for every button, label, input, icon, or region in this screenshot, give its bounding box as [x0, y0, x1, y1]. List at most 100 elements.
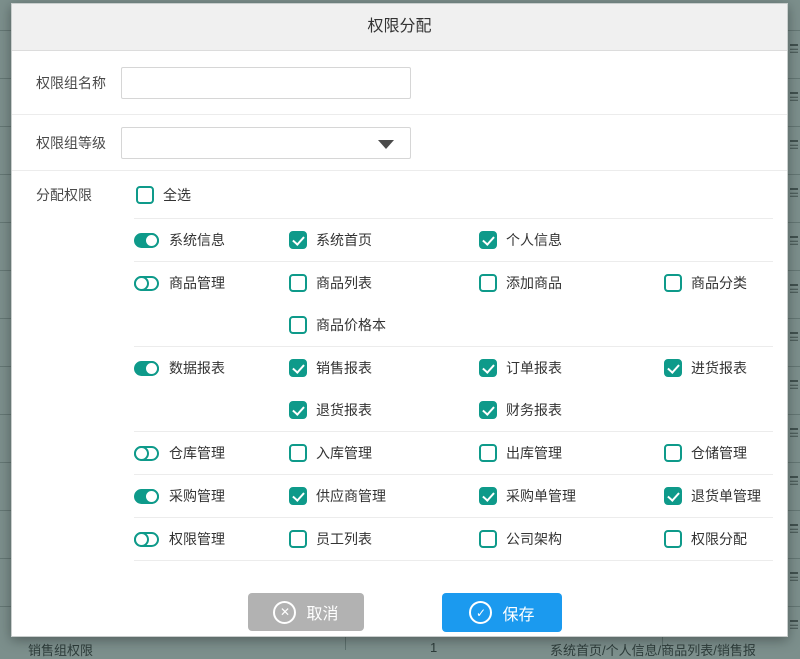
checkbox-checked[interactable]	[479, 231, 497, 249]
backdrop-table-row: 销售组权限 1 系统首页/个人信息/商品列表/销售报	[0, 640, 800, 650]
permission-checkbox-item[interactable]: 公司架构	[479, 529, 664, 549]
checkbox-checked[interactable]	[479, 359, 497, 377]
permission-item-label: 商品列表	[316, 273, 372, 293]
permission-checkbox-item[interactable]: 销售报表	[289, 358, 479, 378]
group-level-select[interactable]	[121, 127, 411, 159]
permission-checkbox-item[interactable]: 商品价格本	[289, 315, 479, 335]
permission-group-row: 仓库管理 入库管理 出库管理 仓储管理	[134, 432, 773, 475]
group-toggle-cell: 系统信息	[134, 230, 289, 250]
backdrop-clipped-glyph	[790, 188, 798, 197]
toggle-off[interactable]	[134, 276, 159, 291]
group-name-label: 数据报表	[169, 358, 225, 378]
permission-checkbox-item[interactable]: 财务报表	[479, 400, 664, 420]
permission-item-label: 仓储管理	[691, 443, 747, 463]
checkbox-checked[interactable]	[289, 401, 307, 419]
cancel-button[interactable]: ✕ 取消	[248, 593, 364, 631]
checkbox-checked[interactable]	[664, 359, 682, 377]
permission-checkbox-item[interactable]: 个人信息	[479, 230, 664, 250]
permission-items-grid: 销售报表 订单报表 进货报表退货报表 财务报表	[289, 358, 773, 420]
permission-checkbox-item[interactable]: 供应商管理	[289, 486, 479, 506]
checkbox-checked[interactable]	[289, 359, 307, 377]
permission-item-label: 退货报表	[316, 400, 372, 420]
permission-item-label: 进货报表	[691, 358, 747, 378]
permission-item-label: 采购单管理	[506, 486, 576, 506]
permission-checkbox-item[interactable]: 进货报表	[664, 358, 773, 378]
toggle-off[interactable]	[134, 532, 159, 547]
permission-item-label: 公司架构	[506, 529, 562, 549]
permission-item-label: 商品价格本	[316, 315, 386, 335]
permission-item-label: 财务报表	[506, 400, 562, 420]
checkbox-checked[interactable]	[664, 487, 682, 505]
checkbox-unchecked[interactable]	[664, 444, 682, 462]
permission-checkbox-item[interactable]: 权限分配	[664, 529, 773, 549]
toggle-on[interactable]	[134, 361, 159, 376]
group-toggle-cell: 采购管理	[134, 486, 289, 506]
permission-item-label: 添加商品	[506, 273, 562, 293]
toggle-on[interactable]	[134, 233, 159, 248]
permission-item-label: 订单报表	[506, 358, 562, 378]
toggle-knob	[144, 233, 159, 248]
toggle-off[interactable]	[134, 446, 159, 461]
permission-checkbox-item[interactable]: 员工列表	[289, 529, 479, 549]
group-name-label: 仓库管理	[169, 443, 225, 463]
toggle-knob	[134, 446, 149, 461]
permission-item-label: 销售报表	[316, 358, 372, 378]
group-name-label: 权限组名称	[36, 73, 121, 93]
group-level-label: 权限组等级	[36, 133, 121, 153]
checkbox-unchecked[interactable]	[289, 274, 307, 292]
permission-group-row: 权限管理员工列表公司架构权限分配	[134, 518, 773, 561]
group-name-input[interactable]	[121, 67, 411, 99]
toggle-on[interactable]	[134, 489, 159, 504]
checkbox-unchecked[interactable]	[664, 530, 682, 548]
backdrop-clipped-glyph	[790, 284, 798, 293]
backdrop-clipped-glyph	[790, 140, 798, 149]
permission-checkbox-item[interactable]: 入库管理	[289, 443, 479, 463]
backdrop-row-level: 1	[430, 640, 437, 655]
backdrop-clipped-glyph	[790, 92, 798, 101]
permission-checkbox-item[interactable]: 采购单管理	[479, 486, 664, 506]
group-name-label: 系统信息	[169, 230, 225, 250]
permission-item-label: 供应商管理	[316, 486, 386, 506]
group-toggle-cell: 数据报表	[134, 358, 289, 378]
permission-item-label: 出库管理	[506, 443, 562, 463]
checkbox-checked[interactable]	[289, 487, 307, 505]
permission-item-label: 入库管理	[316, 443, 372, 463]
permission-checkbox-item[interactable]: 商品分类	[664, 273, 773, 293]
select-all-checkbox[interactable]	[136, 186, 154, 204]
backdrop-clipped-glyph	[790, 236, 798, 245]
cancel-circle-x-icon: ✕	[273, 601, 296, 624]
checkbox-checked[interactable]	[289, 231, 307, 249]
backdrop-clipped-glyph	[790, 572, 798, 581]
checkbox-unchecked[interactable]	[479, 274, 497, 292]
select-all-item[interactable]: 全选	[136, 185, 191, 205]
checkbox-checked[interactable]	[479, 487, 497, 505]
permission-group-row: 数据报表 销售报表 订单报表 进货报表退货报表 财务报表	[134, 347, 773, 432]
permission-checkbox-item[interactable]: 退货报表	[289, 400, 479, 420]
checkbox-unchecked[interactable]	[289, 316, 307, 334]
checkbox-unchecked[interactable]	[289, 530, 307, 548]
permission-checkbox-item[interactable]: 退货单管理	[664, 486, 773, 506]
dialog-title: 权限分配	[12, 4, 787, 51]
permission-checkbox-item[interactable]: 商品列表	[289, 273, 479, 293]
group-name-row: 权限组名称	[12, 51, 787, 115]
permission-checkbox-item[interactable]: 出库管理	[479, 443, 664, 463]
checkbox-checked[interactable]	[479, 401, 497, 419]
checkbox-unchecked[interactable]	[664, 274, 682, 292]
group-name-label: 商品管理	[169, 273, 225, 293]
permission-checkbox-item[interactable]: 系统首页	[289, 230, 479, 250]
permission-items-grid: 系统首页个人信息	[289, 230, 773, 250]
permission-dialog: 权限分配 权限组名称 权限组等级 分配权限 全选 系统信息 系统首页个人信息商品管…	[11, 3, 788, 637]
checkbox-unchecked[interactable]	[479, 530, 497, 548]
permission-checkbox-item[interactable]: 添加商品	[479, 273, 664, 293]
group-toggle-cell: 商品管理	[134, 273, 289, 293]
permission-checkbox-item[interactable]: 订单报表	[479, 358, 664, 378]
permission-checkbox-item[interactable]: 仓储管理	[664, 443, 773, 463]
group-toggle-cell: 仓库管理	[134, 443, 289, 463]
checkbox-unchecked[interactable]	[289, 444, 307, 462]
checkbox-unchecked[interactable]	[479, 444, 497, 462]
backdrop-clipped-glyph	[790, 524, 798, 533]
group-level-row: 权限组等级	[12, 115, 787, 171]
save-button[interactable]: ✓ 保存	[442, 593, 562, 632]
permission-group-row: 系统信息 系统首页个人信息	[134, 219, 773, 262]
assign-permissions-label: 分配权限	[36, 185, 136, 205]
